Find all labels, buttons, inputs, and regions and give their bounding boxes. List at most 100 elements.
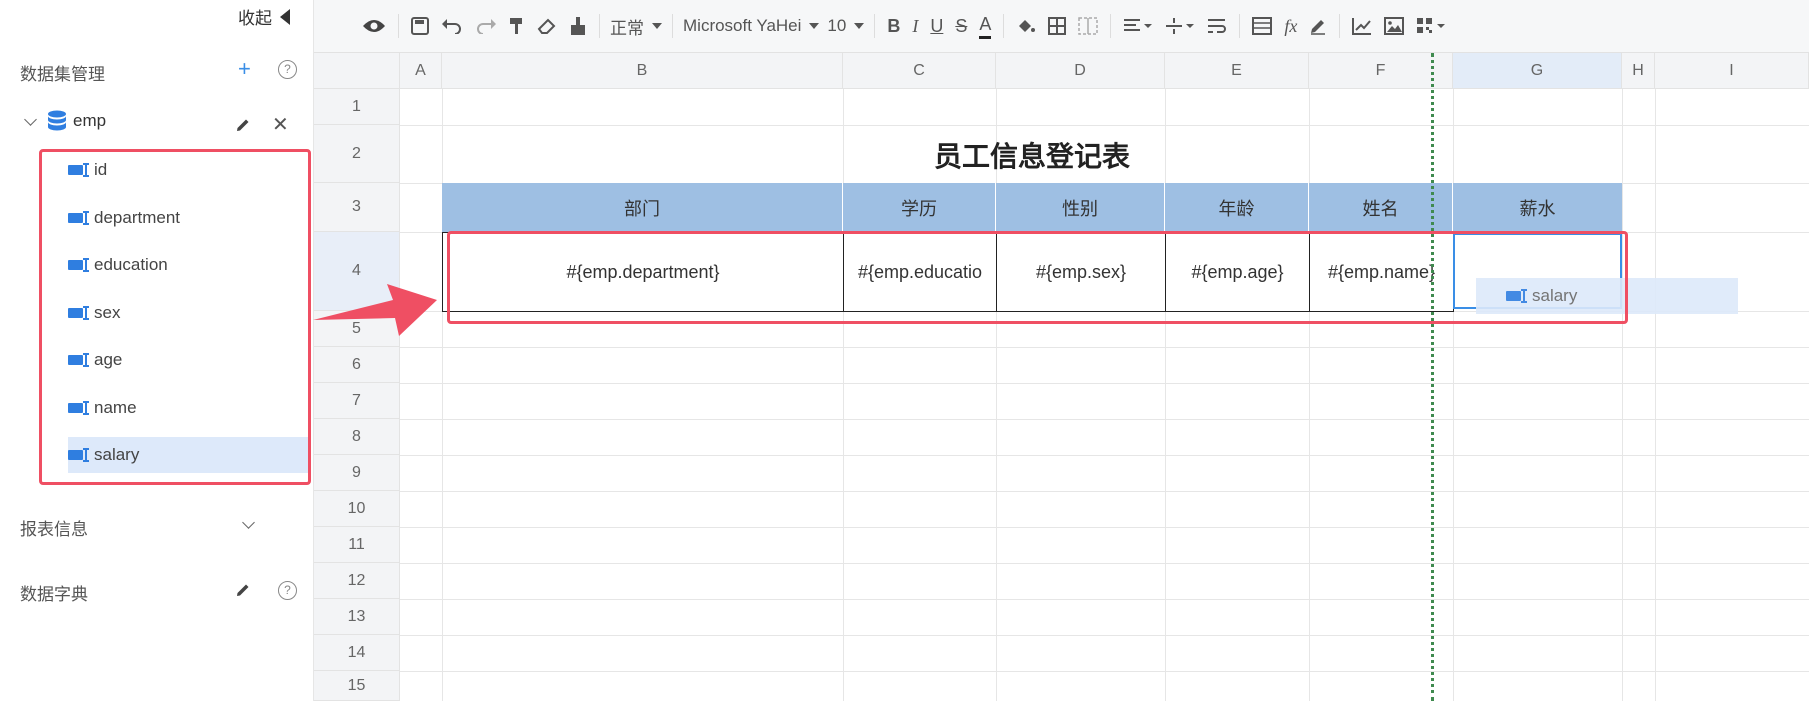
drop-guide-line xyxy=(1431,53,1434,701)
column-header[interactable]: I xyxy=(1655,53,1809,89)
separator xyxy=(398,14,399,38)
separator xyxy=(1339,14,1341,38)
merge-cells-icon[interactable] xyxy=(1078,11,1099,41)
grid-line xyxy=(1655,89,1656,701)
field-sex[interactable]: sex xyxy=(68,295,310,331)
qr-barcode-icon[interactable] xyxy=(1416,11,1446,41)
edit-dataset-icon[interactable] xyxy=(234,116,252,134)
sidebar: 收起 数据集管理 + ? emp ✕ id department educati… xyxy=(0,0,314,701)
grid-line xyxy=(1309,89,1310,701)
row-header[interactable]: 1 xyxy=(314,89,400,125)
grid-line xyxy=(400,383,1809,384)
preview-eye-icon[interactable] xyxy=(362,11,386,41)
column-header[interactable]: H xyxy=(1622,53,1655,89)
field-age[interactable]: age xyxy=(68,342,310,378)
row-header[interactable]: 3 xyxy=(314,183,400,232)
font-family-select[interactable]: Microsoft YaHei xyxy=(679,16,823,36)
help-icon[interactable]: ? xyxy=(278,60,297,79)
freeze-icon[interactable] xyxy=(1252,11,1273,41)
font-size-value: 10 xyxy=(827,16,847,35)
spreadsheet-grid[interactable]: A B C D E F G H I 1 2 3 4 5 6 7 8 9 10 1… xyxy=(314,53,1809,701)
dataset-name: emp xyxy=(73,111,107,130)
grid-line xyxy=(400,527,1809,528)
grid-corner[interactable] xyxy=(314,53,400,89)
row-header[interactable]: 13 xyxy=(314,599,400,635)
column-header[interactable]: E xyxy=(1165,53,1309,89)
row-header[interactable]: 6 xyxy=(314,347,400,383)
fill-color-icon[interactable] xyxy=(1016,11,1036,41)
font-family-value: Microsoft YaHei xyxy=(683,16,802,35)
field-name[interactable]: name xyxy=(68,390,310,426)
collapse-button[interactable]: 收起 xyxy=(238,4,290,29)
column-header[interactable]: A xyxy=(400,53,442,89)
data-row-highlight-box xyxy=(447,231,1628,324)
header-cell[interactable]: 学历 xyxy=(843,183,996,232)
field-icon xyxy=(68,210,90,226)
header-cell[interactable]: 部门 xyxy=(442,183,843,232)
row-header[interactable]: 12 xyxy=(314,563,400,599)
dataset-management-title: 数据集管理 xyxy=(20,65,105,84)
column-header[interactable]: D xyxy=(996,53,1165,89)
function-label: fx xyxy=(1284,15,1298,36)
underline-icon[interactable]: U xyxy=(930,11,943,41)
redo-icon[interactable] xyxy=(475,11,497,41)
chevron-down-icon[interactable] xyxy=(24,112,37,126)
separator xyxy=(1110,14,1112,38)
text-wrap-icon[interactable] xyxy=(1207,11,1227,41)
number-format-select[interactable]: 正常 xyxy=(606,14,666,39)
header-cell[interactable]: 性别 xyxy=(996,183,1165,232)
vertical-align-icon[interactable] xyxy=(1165,11,1195,41)
grid-line xyxy=(1165,89,1166,701)
row-header[interactable]: 10 xyxy=(314,491,400,527)
bold-icon[interactable]: B xyxy=(887,11,900,41)
field-department[interactable]: department xyxy=(68,200,310,236)
row-header[interactable]: 2 xyxy=(314,125,400,183)
field-education[interactable]: education xyxy=(68,247,310,283)
row-header[interactable]: 9 xyxy=(314,455,400,491)
eraser-icon[interactable] xyxy=(537,11,557,41)
formula-pen-icon[interactable] xyxy=(1309,11,1327,41)
chart-icon[interactable] xyxy=(1352,11,1372,41)
field-icon xyxy=(68,257,90,273)
collapse-label: 收起 xyxy=(238,9,272,28)
separator xyxy=(874,14,876,38)
field-salary[interactable]: salary xyxy=(68,437,310,473)
dataset-emp[interactable]: emp xyxy=(24,110,106,132)
column-header[interactable]: G xyxy=(1453,53,1622,89)
sheet-title[interactable]: 员工信息登记表 xyxy=(442,135,1622,175)
row-header[interactable]: 15 xyxy=(314,671,400,701)
image-icon[interactable] xyxy=(1384,11,1405,41)
row-header[interactable]: 7 xyxy=(314,383,400,419)
function-icon[interactable]: fx xyxy=(1284,11,1297,41)
collapse-arrow-icon xyxy=(280,8,290,25)
grid-line xyxy=(400,455,1809,456)
clear-brush-icon[interactable] xyxy=(569,11,587,41)
font-color-icon[interactable]: A xyxy=(979,14,992,39)
format-painter-icon[interactable] xyxy=(509,11,525,41)
row-header[interactable]: 11 xyxy=(314,527,400,563)
add-dataset-icon[interactable]: + xyxy=(238,58,251,80)
row-header[interactable]: 8 xyxy=(314,419,400,455)
database-icon xyxy=(48,110,66,131)
chevron-down-icon[interactable] xyxy=(242,516,255,529)
column-header[interactable]: C xyxy=(843,53,996,89)
number-format-value: 正常 xyxy=(610,18,644,38)
borders-icon[interactable] xyxy=(1048,11,1067,41)
font-size-select[interactable]: 10 xyxy=(823,16,868,36)
column-header[interactable]: B xyxy=(442,53,843,89)
undo-icon[interactable] xyxy=(441,11,463,41)
field-id[interactable]: id xyxy=(68,152,310,188)
italic-icon[interactable]: I xyxy=(912,11,918,41)
delete-dataset-icon[interactable]: ✕ xyxy=(272,115,289,135)
help-icon[interactable]: ? xyxy=(278,581,297,600)
strikethrough-icon[interactable]: S xyxy=(955,11,967,41)
edit-dictionary-icon[interactable] xyxy=(234,581,252,599)
header-cell[interactable]: 薪水 xyxy=(1453,183,1622,232)
field-label: age xyxy=(94,350,123,369)
row-header[interactable]: 14 xyxy=(314,635,400,671)
horizontal-align-icon[interactable] xyxy=(1123,11,1153,41)
header-cell[interactable]: 年龄 xyxy=(1165,183,1309,232)
field-label: department xyxy=(94,208,180,227)
save-icon[interactable] xyxy=(411,11,429,41)
separator xyxy=(1239,14,1241,38)
